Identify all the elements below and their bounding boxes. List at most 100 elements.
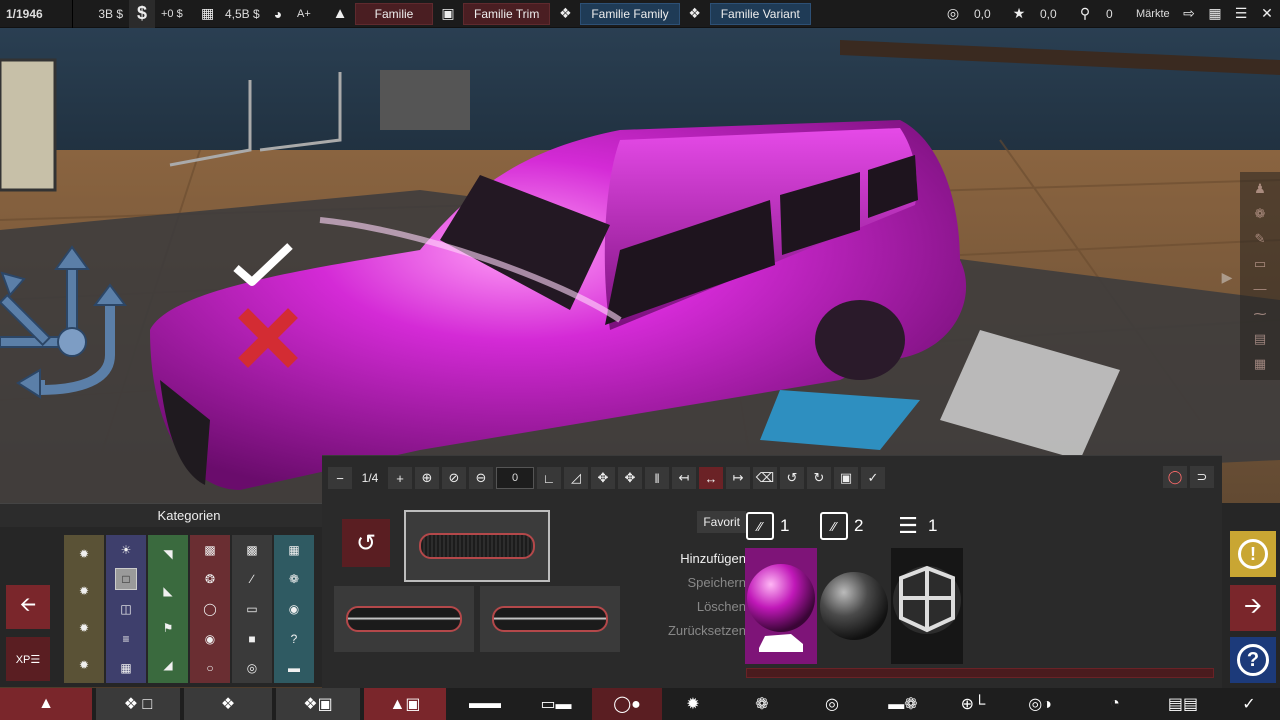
nav-brake-icon[interactable]: ◎ xyxy=(800,688,864,720)
add-button[interactable]: Hinzufügen xyxy=(662,547,746,571)
headlight-icon[interactable]: ✹ xyxy=(74,544,94,564)
forward-arrow-button[interactable]: 🡪 xyxy=(1230,585,1276,631)
fixture-thumb-3[interactable] xyxy=(480,586,620,652)
material-swatch-mesh[interactable] xyxy=(891,548,963,664)
car-body-icon[interactable]: ▲ xyxy=(325,0,355,28)
transform-gizmo[interactable] xyxy=(0,245,135,405)
taillight-icon[interactable]: ✹ xyxy=(74,655,94,675)
fuel-cap-icon[interactable]: ■ xyxy=(242,629,262,649)
back-arrow-button[interactable]: 🡨 xyxy=(6,585,50,629)
cancel-x-icon[interactable] xyxy=(238,308,298,368)
nav-gearbox-icon[interactable]: ✹ xyxy=(664,688,722,720)
lock-icon[interactable]: ▣ xyxy=(834,467,858,489)
nav-engine-variant-icon[interactable]: ❖▣ xyxy=(276,688,360,720)
family-button[interactable]: Familie xyxy=(355,2,433,25)
nav-car-icon[interactable]: ▲ xyxy=(0,688,92,720)
family-family-button[interactable]: Familie Family xyxy=(580,2,680,25)
minus-button[interactable]: − xyxy=(328,467,352,489)
mirror-icon[interactable]: ▤ xyxy=(1249,328,1271,350)
xp-report-button[interactable]: XP☰ xyxy=(6,637,50,681)
move-horizontal-icon[interactable]: ✥ xyxy=(618,467,642,489)
save-button[interactable]: Speichern xyxy=(662,571,746,595)
splitter-icon[interactable]: ◢ xyxy=(158,655,178,675)
material-swatch-dark-metal[interactable] xyxy=(818,548,890,664)
clear-icon[interactable]: ⊖ xyxy=(469,467,493,489)
circle-icon[interactable]: ○ xyxy=(200,658,220,678)
nav-aero-icon[interactable]: ▬❁ xyxy=(866,688,940,720)
coil-grille-icon[interactable]: ≡ xyxy=(116,629,136,649)
nav-race-icon[interactable]: ▤▤ xyxy=(1152,688,1214,720)
horn-icon[interactable]: ◉ xyxy=(284,599,304,619)
fixture-thumb-2[interactable] xyxy=(334,586,474,652)
spray-icon[interactable]: ✎ xyxy=(1249,228,1271,250)
menu-icon[interactable]: ☰ xyxy=(1228,0,1254,28)
bus-icon[interactable]: ▩ xyxy=(200,540,220,560)
help-button[interactable]: ? xyxy=(1230,637,1276,683)
nav-chassis-icon[interactable]: ▬▬ xyxy=(450,688,520,720)
angle-icon[interactable]: ◿ xyxy=(564,467,588,489)
vent-icon[interactable]: ▦ xyxy=(284,540,304,560)
align-left-icon[interactable]: ↤ xyxy=(672,467,696,489)
plus-button[interactable]: + xyxy=(388,467,412,489)
trim-line-icon[interactable]: — xyxy=(1249,278,1271,300)
nav-safety-icon[interactable]: ◎◑ xyxy=(1006,688,1074,720)
markets-button[interactable]: Märkte xyxy=(1130,0,1176,28)
truck-icon[interactable]: ▩ xyxy=(242,540,262,560)
mesh-grille-icon[interactable]: ▦ xyxy=(116,658,136,678)
nav-engine-icon[interactable]: ❖ xyxy=(184,688,272,720)
rim-icon[interactable]: ❁ xyxy=(284,569,304,589)
align-center-icon[interactable]: ↔ xyxy=(699,467,723,489)
confirm-icon[interactable]: ✓ xyxy=(861,467,885,489)
trash-icon[interactable]: ⌫ xyxy=(753,467,777,489)
exhaust-icon[interactable]: ▬ xyxy=(284,658,304,678)
handle-icon[interactable]: ◯ xyxy=(200,599,220,619)
family-variant-button[interactable]: Familie Variant xyxy=(709,2,811,25)
person-icon[interactable]: ♟ xyxy=(1249,178,1271,200)
remove-fixture-icon[interactable]: ⊘ xyxy=(442,467,466,489)
reset-button[interactable]: Zurücksetzen xyxy=(662,619,746,643)
close-icon[interactable]: ✕ xyxy=(1254,0,1280,28)
nav-suspension-icon[interactable]: ▭▬ xyxy=(522,688,590,720)
favorite-button[interactable]: Favorit xyxy=(697,511,746,533)
help-circle-icon[interactable]: ? xyxy=(284,629,304,649)
magnet-icon[interactable]: ⊃ xyxy=(1190,466,1214,488)
nav-interior-icon[interactable]: ⊕└ xyxy=(944,688,1002,720)
move-vertical-icon[interactable]: ✥ xyxy=(591,467,615,489)
badge-icon[interactable]: ❂ xyxy=(200,569,220,589)
material-scrollbar[interactable] xyxy=(746,668,1214,678)
redo-icon[interactable]: ↻ xyxy=(807,467,831,489)
wheel-icon[interactable]: ❁ xyxy=(1249,203,1271,225)
delete-button[interactable]: Löschen xyxy=(662,595,746,619)
expand-arrow-icon[interactable]: ▶ xyxy=(1217,266,1237,288)
align-right-icon[interactable]: ↦ xyxy=(726,467,750,489)
target-icon[interactable]: ◎ xyxy=(242,658,262,678)
body-line-icon[interactable]: ⁓ xyxy=(1249,303,1271,325)
foglight-icon[interactable]: ✹ xyxy=(74,581,94,601)
grille-square-icon[interactable]: □ xyxy=(115,568,137,591)
reset-rotation-button[interactable]: ↺ xyxy=(342,519,390,567)
wiper-icon[interactable]: ∕ xyxy=(242,569,262,589)
lip-icon[interactable]: ◣ xyxy=(158,581,178,601)
spoiler-icon[interactable]: ◥ xyxy=(158,544,178,564)
sun-vent-icon[interactable]: ☀ xyxy=(116,540,136,560)
nav-design-icon[interactable]: ◯● xyxy=(592,688,662,720)
nav-wheel-icon[interactable]: ❁ xyxy=(728,688,796,720)
panel-grille-icon[interactable]: ◫ xyxy=(116,599,136,619)
nav-trim-icon[interactable]: ▲▣ xyxy=(364,688,446,720)
family-trim-button[interactable]: Familie Trim xyxy=(463,2,551,25)
mirror-side-icon[interactable]: ◉ xyxy=(200,629,220,649)
bumper-icon[interactable]: ▭ xyxy=(1249,253,1271,275)
grille-icon[interactable]: ▦ xyxy=(1249,353,1271,375)
material-swatch-pink-paint[interactable] xyxy=(745,548,817,664)
confirm-check-icon[interactable] xyxy=(232,242,296,290)
plate-icon[interactable]: ▭ xyxy=(242,599,262,619)
nav-testtrack-icon[interactable]: ◔ xyxy=(1080,688,1150,720)
material-tab-2[interactable]: ∕∕ 2 xyxy=(820,512,863,540)
value-input[interactable] xyxy=(496,467,534,489)
mirror-axis-icon[interactable]: ‖ xyxy=(645,467,669,489)
nav-finish-icon[interactable]: ✓ xyxy=(1218,688,1280,720)
circle-select-icon[interactable]: ◯ xyxy=(1163,466,1187,488)
export-icon[interactable]: ⇨ xyxy=(1176,0,1202,28)
nav-engine-family-icon[interactable]: ❖ □ xyxy=(96,688,180,720)
material-tab-1[interactable]: ∕∕ 1 xyxy=(746,512,789,540)
